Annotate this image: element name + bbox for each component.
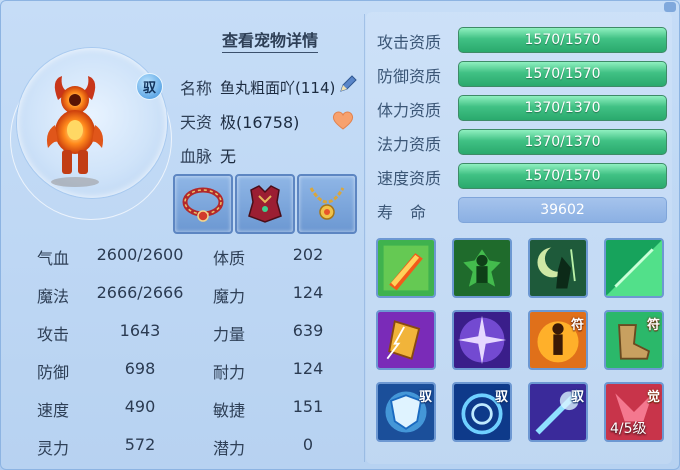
aptitude-bar: 1570/1570 — [458, 163, 667, 189]
stat-label: 速度 — [37, 401, 70, 420]
stat-value: 698 — [124, 359, 156, 378]
lifespan-label: 寿命 — [377, 203, 444, 222]
aptitude-bar: 1370/1370 — [458, 129, 667, 155]
stat-label: 防御 — [37, 363, 70, 382]
attribute-label: 魔力 — [213, 287, 246, 306]
attribute-value: 124 — [292, 283, 324, 302]
aptitude-value: 1570/1570 — [524, 168, 601, 184]
skill-slot[interactable]: 符 — [604, 310, 664, 370]
skill-slot[interactable] — [452, 238, 512, 298]
attribute-value: 202 — [292, 245, 324, 264]
gold-pendant-necklace-icon — [309, 187, 345, 220]
aptitude-value: 1570/1570 — [524, 66, 601, 82]
skill-slot[interactable]: 驭 — [452, 382, 512, 442]
pet-name-row: 名称 鱼丸粗面吖(114) — [180, 75, 335, 99]
tame-badge: 驭 — [136, 73, 163, 100]
awaken-level: 4/5级 — [610, 421, 647, 437]
corner-tab — [664, 2, 676, 12]
skill-badge: 驭 — [570, 390, 584, 405]
favorite-heart-icon[interactable] — [331, 109, 355, 131]
lifespan-value: 39602 — [540, 202, 585, 218]
name-label: 名称 — [180, 79, 213, 98]
pet-bloodline-row: 血脉 无 — [180, 143, 236, 167]
attribute-label: 潜力 — [213, 439, 246, 458]
stat-value: 572 — [124, 435, 156, 454]
equipment-slot-3[interactable] — [297, 174, 357, 234]
attribute-label: 敏捷 — [213, 401, 246, 420]
fire-pet-figure-icon — [46, 76, 104, 187]
aptitude-value: 1370/1370 — [524, 134, 601, 150]
stat-label: 灵力 — [37, 439, 70, 458]
crimson-armor-icon — [248, 185, 282, 223]
attribute-label: 体质 — [213, 249, 246, 268]
skill-slot[interactable] — [376, 238, 436, 298]
stat-label: 攻击 — [37, 325, 70, 344]
attribute-value: 0 — [302, 435, 314, 454]
bloodline-label: 血脉 — [180, 147, 213, 166]
equipment-slot-2[interactable] — [235, 174, 295, 234]
attribute-value: 151 — [292, 397, 324, 416]
flaming-sword-skill-icon — [378, 240, 434, 296]
equipment-slot-1[interactable] — [173, 174, 233, 234]
aptitude-value: 1570/1570 — [524, 32, 601, 48]
skill-badge: 觉 — [646, 390, 660, 405]
skill-slot[interactable] — [604, 238, 664, 298]
pet-talent-row: 天资 极(16758) — [180, 109, 299, 133]
shadow-warrior-moon-skill-icon — [530, 240, 586, 296]
aptitude-label: 防御资质 — [377, 67, 442, 86]
red-jeweled-collar-icon — [182, 187, 224, 222]
skill-badge: 符 — [646, 318, 660, 333]
skill-slot[interactable]: 驭 — [376, 382, 436, 442]
golden-scroll-lightning-skill-icon — [378, 312, 434, 368]
view-pet-details-link[interactable]: 查看宠物详情 — [222, 27, 319, 53]
aptitude-label: 体力资质 — [377, 101, 442, 120]
skill-badge: 符 — [570, 318, 584, 333]
attribute-label: 力量 — [213, 325, 246, 344]
skill-slot[interactable]: 觉 4/5级 — [604, 382, 664, 442]
stat-value: 490 — [124, 397, 156, 416]
attribute-value: 639 — [292, 321, 324, 340]
skill-slot[interactable] — [452, 310, 512, 370]
aptitude-value: 1370/1370 — [524, 100, 601, 116]
pane-divider — [364, 14, 365, 462]
stat-value: 2666/2666 — [96, 283, 184, 302]
skill-slot[interactable]: 符 — [528, 310, 588, 370]
green-light-burst-skill-icon — [606, 240, 662, 296]
stat-label: 气血 — [37, 249, 70, 268]
skill-badge: 驭 — [418, 390, 432, 405]
pet-info-pane: 查看宠物详情 驭 名称 鱼丸粗面吖(114) 天资 极(16758) 血脉 无 … — [0, 0, 362, 470]
lifespan-bar: 39602 — [458, 197, 667, 223]
skill-slot[interactable] — [376, 310, 436, 370]
edit-name-icon[interactable] — [337, 73, 359, 95]
green-power-stance-skill-icon — [454, 240, 510, 296]
aptitude-label: 速度资质 — [377, 169, 442, 188]
aptitude-bar: 1570/1570 — [458, 27, 667, 53]
attribute-label: 耐力 — [213, 363, 246, 382]
pet-talent-value: 极(16758) — [220, 113, 300, 132]
stat-value: 2600/2600 — [96, 245, 184, 264]
skill-slot[interactable] — [528, 238, 588, 298]
stat-value: 1643 — [119, 321, 161, 340]
aptitude-label: 攻击资质 — [377, 33, 442, 52]
stat-label: 魔法 — [37, 287, 70, 306]
skill-slot[interactable]: 驭 — [528, 382, 588, 442]
purple-radiance-skill-icon — [454, 312, 510, 368]
attribute-value: 124 — [292, 359, 324, 378]
pet-name-value: 鱼丸粗面吖(114) — [220, 78, 336, 97]
aptitude-bar: 1570/1570 — [458, 61, 667, 87]
pet-bloodline-value: 无 — [220, 147, 237, 166]
talent-label: 天资 — [180, 113, 213, 132]
skill-badge: 驭 — [494, 390, 508, 405]
aptitude-label: 法力资质 — [377, 135, 442, 154]
aptitude-bar: 1370/1370 — [458, 95, 667, 121]
